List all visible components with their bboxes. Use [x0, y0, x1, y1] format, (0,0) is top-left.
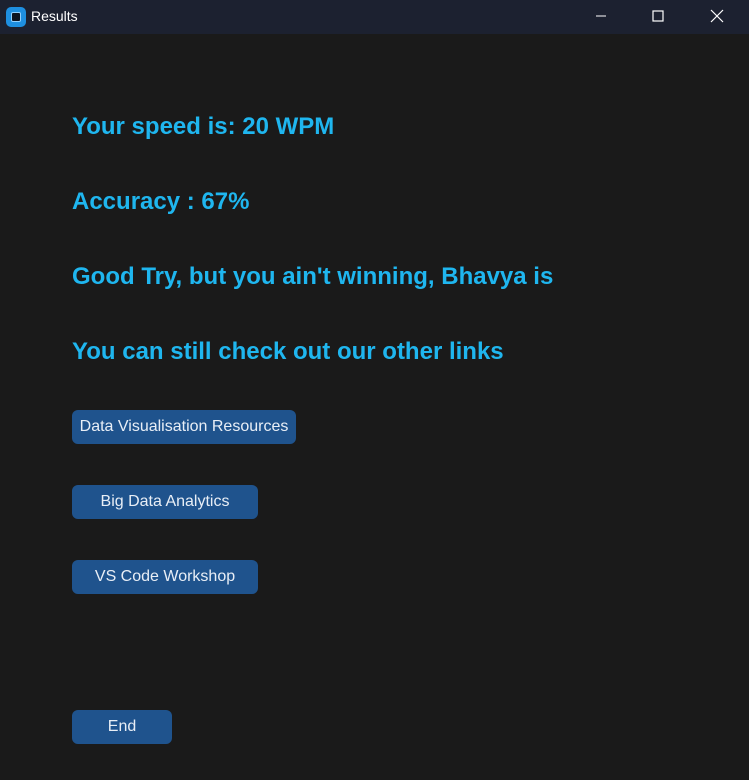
- big-data-analytics-button[interactable]: Big Data Analytics: [72, 485, 258, 519]
- results-content: Your speed is: 20 WPM Accuracy : 67% Goo…: [0, 34, 749, 780]
- maximize-icon: [652, 10, 664, 22]
- maximize-button[interactable]: [635, 0, 681, 32]
- end-button[interactable]: End: [72, 710, 172, 744]
- title-bar[interactable]: Results: [0, 0, 749, 34]
- data-visualisation-button[interactable]: Data Visualisation Resources: [72, 410, 296, 444]
- vs-code-workshop-button[interactable]: VS Code Workshop: [72, 560, 258, 594]
- minimize-icon: [596, 15, 606, 17]
- results-window: Results Your speed is: 20 WPM Accuracy :…: [0, 0, 749, 780]
- close-button[interactable]: [694, 0, 740, 32]
- close-icon: [710, 9, 724, 23]
- window-title: Results: [31, 8, 78, 24]
- speed-label: Your speed is: 20 WPM: [72, 113, 335, 140]
- minimize-button[interactable]: [578, 0, 624, 32]
- app-icon: [6, 7, 26, 27]
- result-message: Good Try, but you ain't winning, Bhavya …: [72, 263, 554, 290]
- links-prompt: You can still check out our other links: [72, 338, 504, 365]
- accuracy-label: Accuracy : 67%: [72, 188, 250, 215]
